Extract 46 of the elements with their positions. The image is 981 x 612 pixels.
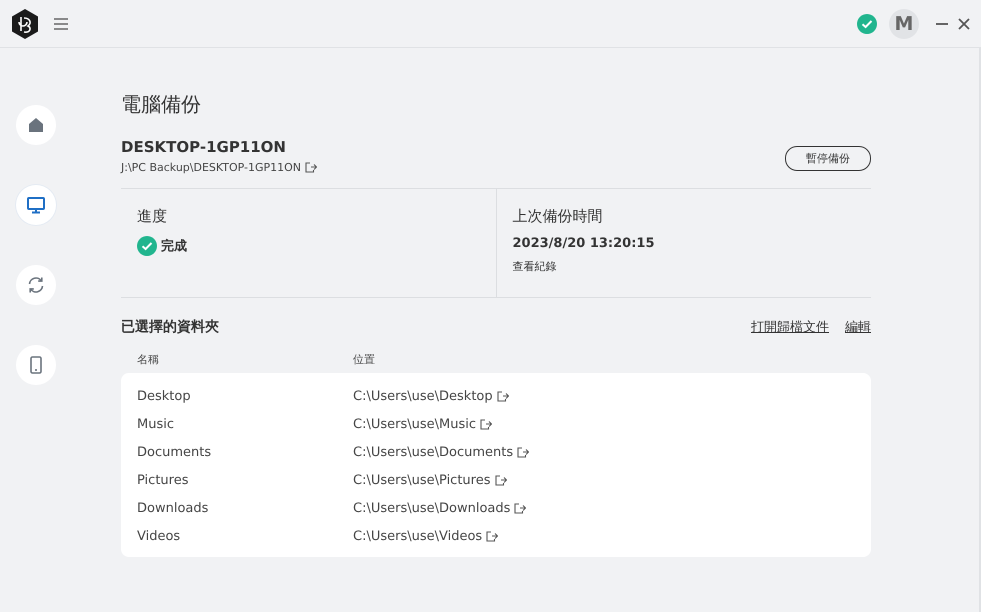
open-folder-icon[interactable] [517, 446, 530, 458]
sidebar-item[interactable] [16, 185, 56, 225]
column-header: 名稱 [137, 352, 160, 367]
menu-icon[interactable] [54, 18, 68, 30]
view-log-link[interactable]: 查看紀錄 [512, 259, 855, 274]
check-icon [137, 236, 157, 256]
link[interactable]: 編輯 [845, 318, 871, 336]
device-path: J:\PC Backup\DESKTOP-1GP11ON [121, 161, 302, 174]
home-icon [26, 115, 46, 135]
sidebar-item[interactable] [16, 345, 56, 385]
last-backup-time: 2023/8/20 13:20:15 [512, 236, 656, 251]
folder-path: C:\Users\use\Desktop [353, 388, 493, 404]
device-name: DESKTOP-1GP11ON [121, 137, 287, 157]
avatar[interactable]: M [889, 8, 919, 38]
open-folder-icon[interactable] [486, 530, 498, 542]
close-icon[interactable] [958, 18, 970, 30]
monitor-icon [26, 195, 46, 215]
column-header: 位置 [353, 352, 375, 367]
open-folder-icon[interactable] [305, 162, 318, 173]
folder-name: Downloads [137, 500, 210, 516]
status-text: 完成 [161, 238, 187, 255]
folder-name: Documents [137, 444, 212, 460]
section-title: 已選擇的資料夾 [121, 318, 219, 336]
status-check-icon [857, 14, 877, 34]
sidebar-item[interactable] [16, 105, 56, 145]
folder-path: C:\Users\use\Videos [353, 528, 482, 544]
folder-path: C:\Users\use\Downloads [353, 500, 510, 516]
open-folder-icon[interactable] [480, 418, 492, 430]
folder-path: C:\Users\use\Music [353, 416, 476, 432]
folder-path: C:\Users\use\Documents [353, 444, 514, 460]
sync-icon [26, 275, 46, 295]
pause-backup-button[interactable]: 暫停備份 [785, 146, 871, 171]
last-backup-label: 上次備份時間 [512, 206, 604, 227]
open-folder-icon[interactable] [496, 390, 509, 402]
folder-name: Music [137, 416, 175, 432]
page-title: 電腦備份 [121, 91, 202, 118]
folder-path: C:\Users\use\Pictures [353, 472, 490, 488]
folder-name: Videos [137, 528, 182, 544]
open-folder-icon[interactable] [514, 502, 526, 514]
sidebar-item[interactable] [16, 265, 56, 305]
open-folder-icon[interactable] [494, 474, 506, 486]
folder-name: Desktop [137, 388, 192, 404]
folder-name: Pictures [137, 472, 190, 488]
progress-label: 進度 [137, 206, 168, 227]
logo-icon[interactable] [10, 8, 40, 40]
link[interactable]: 打開歸檔文件 [751, 318, 829, 336]
